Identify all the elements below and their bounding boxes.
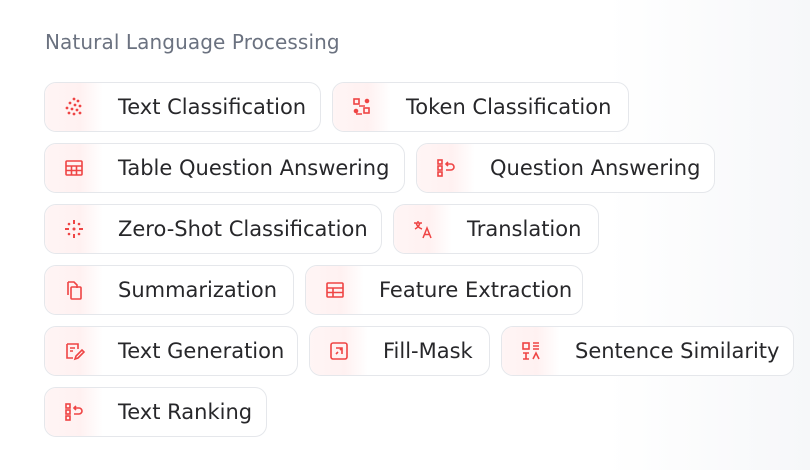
task-translation[interactable]: Translation: [393, 204, 599, 254]
task-label: Question Answering: [490, 156, 701, 180]
task-label: Text Classification: [118, 95, 307, 119]
table-grid-icon: [306, 266, 364, 314]
task-row: Text Classification Token Classification: [44, 82, 794, 132]
task-label: Feature Extraction: [379, 278, 573, 302]
task-label: Zero-Shot Classification: [118, 217, 368, 241]
similarity-icon: [502, 327, 560, 375]
task-feature-extraction[interactable]: Feature Extraction: [305, 265, 583, 315]
task-row: Zero-Shot Classification Translation: [44, 204, 794, 254]
task-label: Summarization: [118, 278, 278, 302]
task-question-answering[interactable]: Question Answering: [416, 143, 715, 193]
section-title: Natural Language Processing: [45, 30, 340, 54]
task-row: Text Ranking: [44, 387, 794, 437]
task-label: Text Generation: [118, 339, 285, 363]
task-label: Sentence Similarity: [575, 339, 780, 363]
task-fill-mask[interactable]: Fill-Mask: [309, 326, 490, 376]
task-label: Text Ranking: [118, 400, 253, 424]
translate-icon: [394, 205, 452, 253]
task-row: Text Generation Fill-Mask Sentence Simil…: [44, 326, 794, 376]
task-zero-shot-classification[interactable]: Zero-Shot Classification: [44, 204, 382, 254]
task-text-classification[interactable]: Text Classification: [44, 82, 321, 132]
task-row: Summarization Feature Extraction: [44, 265, 794, 315]
mask-frame-icon: [310, 327, 368, 375]
token-grid-icon: [333, 83, 391, 131]
task-text-generation[interactable]: Text Generation: [44, 326, 298, 376]
task-row: Table Question Answering Question Answer…: [44, 143, 794, 193]
task-summarization[interactable]: Summarization: [44, 265, 294, 315]
task-label: Token Classification: [406, 95, 612, 119]
documents-icon: [45, 266, 103, 314]
task-label: Translation: [467, 217, 582, 241]
task-list: Text Classification Token Classification…: [44, 82, 794, 448]
sparkle-dots-icon: [45, 205, 103, 253]
dots-scatter-icon: [45, 83, 103, 131]
table-icon: [45, 144, 103, 192]
task-label: Table Question Answering: [118, 156, 390, 180]
task-text-ranking[interactable]: Text Ranking: [44, 387, 267, 437]
task-table-question-answering[interactable]: Table Question Answering: [44, 143, 405, 193]
ranking-icon: [45, 388, 103, 436]
list-return-icon: [417, 144, 475, 192]
edit-doc-icon: [45, 327, 103, 375]
task-sentence-similarity[interactable]: Sentence Similarity: [501, 326, 794, 376]
task-label: Fill-Mask: [383, 339, 473, 363]
task-token-classification[interactable]: Token Classification: [332, 82, 629, 132]
